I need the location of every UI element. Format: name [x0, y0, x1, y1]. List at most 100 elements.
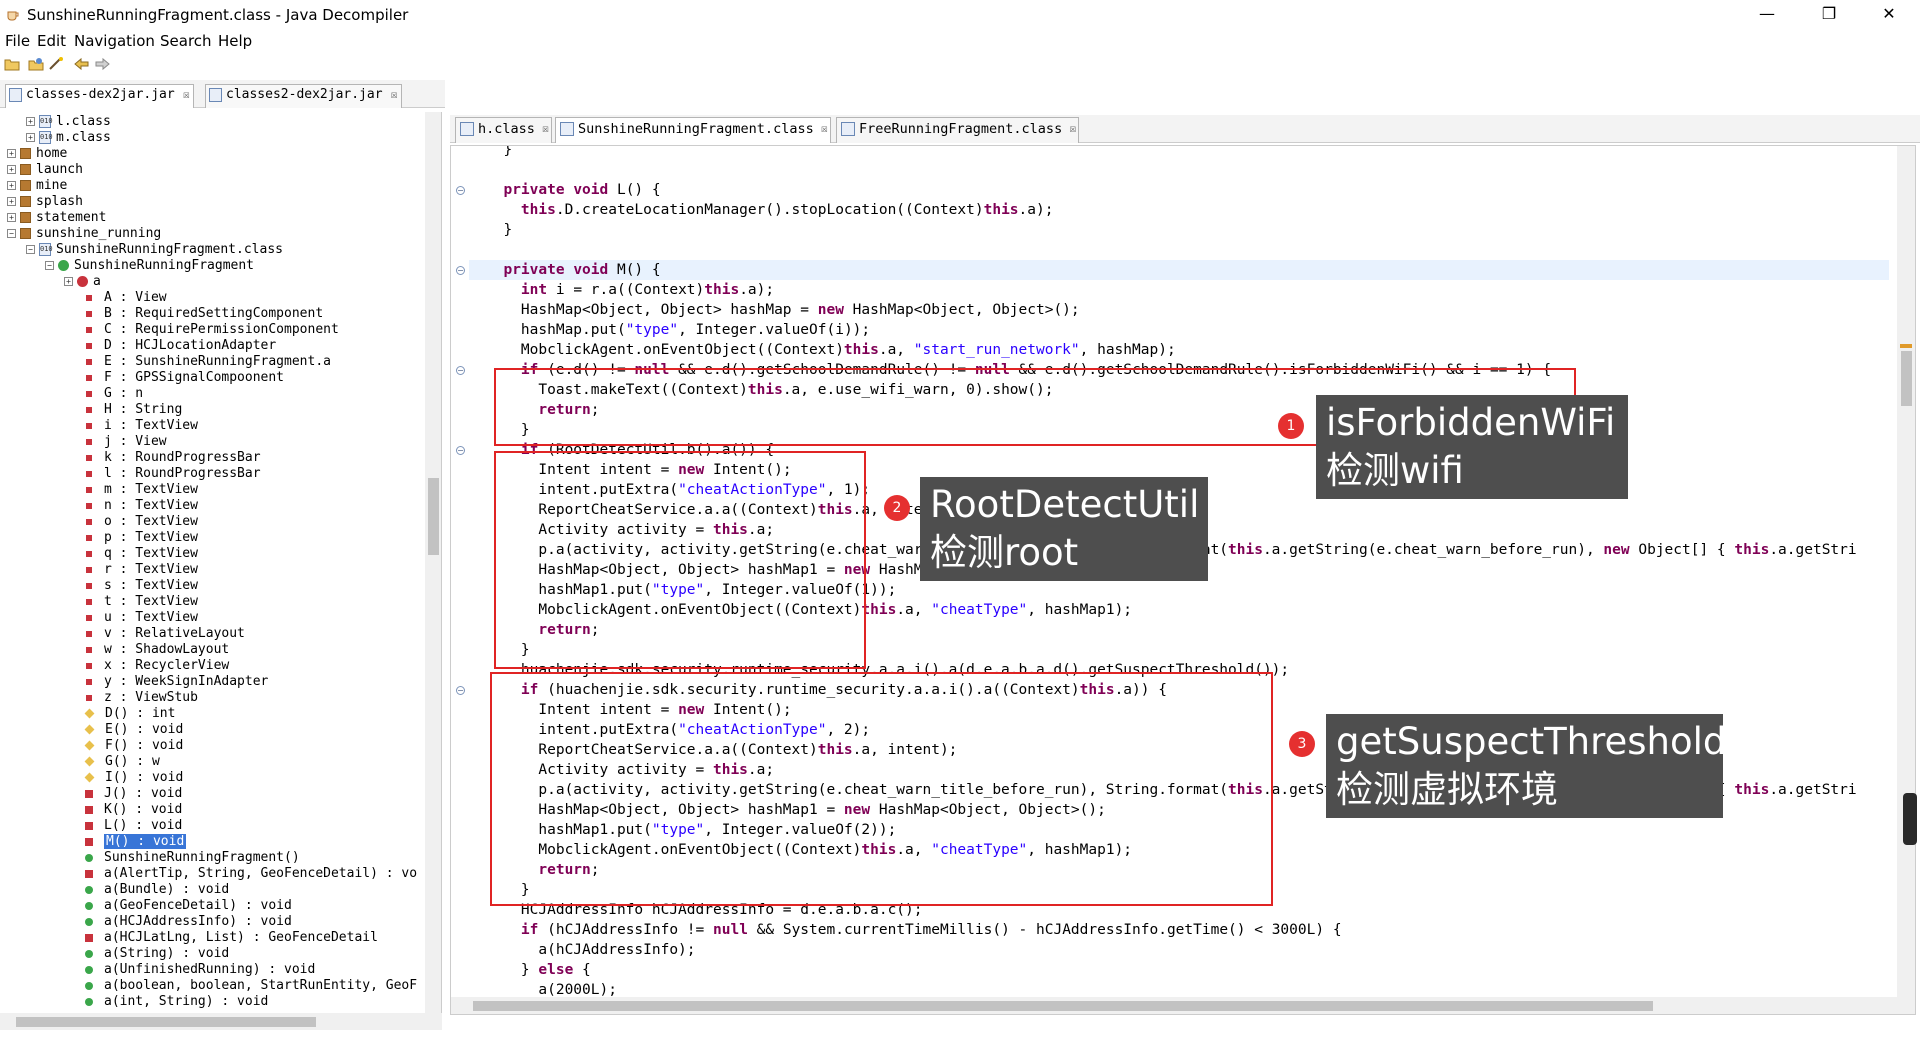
forward-arrow-icon[interactable]: [94, 57, 110, 73]
tree-item[interactable]: p : TextView: [83, 530, 198, 546]
tab-classes2-dex2jar[interactable]: classes2-dex2jar.jar ☒: [205, 84, 402, 108]
menu-search[interactable]: Search: [160, 32, 212, 50]
scroll-thumb[interactable]: [1901, 351, 1912, 406]
tree-item[interactable]: j : View: [83, 434, 167, 450]
tree-item[interactable]: a(HCJAddressInfo) : void: [83, 914, 292, 930]
close-tab-icon[interactable]: ☒: [391, 85, 398, 105]
tree-item[interactable]: K() : void: [83, 802, 182, 818]
overview-marker[interactable]: [1900, 344, 1912, 348]
tree-item[interactable]: z : ViewStub: [83, 690, 198, 706]
scroll-thumb[interactable]: [428, 478, 439, 555]
tree-item[interactable]: a(GeoFenceDetail) : void: [83, 898, 292, 914]
tree-item[interactable]: a(UnfinishedRunning) : void: [83, 962, 315, 978]
tree-item[interactable]: n : TextView: [83, 498, 198, 514]
tree-item[interactable]: m : TextView: [83, 482, 198, 498]
menu-help[interactable]: Help: [218, 32, 252, 50]
menu-file[interactable]: File: [5, 32, 30, 50]
tree-item[interactable]: a(int, String) : void: [83, 994, 268, 1010]
tree-item[interactable]: I() : void: [83, 770, 183, 786]
fold-toggle-icon[interactable]: −: [456, 266, 465, 275]
fold-toggle-icon[interactable]: −: [456, 446, 465, 455]
fold-toggle-icon[interactable]: −: [456, 186, 465, 195]
tree-item[interactable]: w : ShadowLayout: [83, 642, 229, 658]
tab-h-class[interactable]: h.class ☒: [455, 117, 552, 143]
tree-item[interactable]: o : TextView: [83, 514, 198, 530]
tree-item-selected[interactable]: M() : void: [83, 834, 187, 850]
tree-item[interactable]: a(Bundle) : void: [83, 882, 229, 898]
tree-item[interactable]: + splash: [7, 194, 83, 210]
tree-vertical-scrollbar[interactable]: [425, 112, 441, 1018]
tree-item[interactable]: A : View: [83, 290, 167, 306]
tree-item[interactable]: F() : void: [83, 738, 183, 754]
tab-sunshinerunningfragment[interactable]: SunshineRunningFragment.class ☒: [555, 117, 831, 143]
tree-item[interactable]: i : TextView: [83, 418, 198, 434]
tab-freerunningfragment[interactable]: FreeRunningFragment.class ☒: [836, 117, 1080, 143]
tree-item[interactable]: E() : void: [83, 722, 183, 738]
menu-navigation[interactable]: Navigation: [74, 32, 155, 50]
close-tab-icon[interactable]: ☒: [183, 85, 190, 105]
fold-toggle-icon[interactable]: −: [456, 686, 465, 695]
tree-item[interactable]: D() : int: [83, 706, 175, 722]
tree-item[interactable]: v : RelativeLayout: [83, 626, 245, 642]
collapse-icon[interactable]: −: [45, 261, 54, 270]
tree-item[interactable]: L() : void: [83, 818, 182, 834]
tree-item[interactable]: s : TextView: [83, 578, 198, 594]
maximize-button[interactable]: ❐: [1806, 0, 1852, 30]
tree-item[interactable]: x : RecyclerView: [83, 658, 229, 674]
tree-item[interactable]: D : HCJLocationAdapter: [83, 338, 276, 354]
tree-item[interactable]: + launch: [7, 162, 83, 178]
tree-item[interactable]: k : RoundProgressBar: [83, 450, 261, 466]
tree-item[interactable]: J() : void: [83, 786, 182, 802]
expand-icon[interactable]: +: [26, 133, 35, 142]
tree-item[interactable]: − SunshineRunningFragment: [45, 258, 254, 274]
tree-item[interactable]: −010 SunshineRunningFragment.class: [26, 242, 283, 258]
expand-icon[interactable]: +: [64, 277, 73, 286]
tree-item[interactable]: y : WeekSignInAdapter: [83, 674, 268, 690]
back-arrow-icon[interactable]: [74, 57, 90, 73]
fold-toggle-icon[interactable]: −: [456, 366, 465, 375]
tab-classes-dex2jar[interactable]: classes-dex2jar.jar ☒: [5, 84, 194, 108]
expand-icon[interactable]: +: [26, 117, 35, 126]
collapse-icon[interactable]: −: [7, 229, 16, 238]
minimize-button[interactable]: —: [1744, 0, 1790, 30]
tree-item[interactable]: u : TextView: [83, 610, 198, 626]
tree-item[interactable]: H : String: [83, 402, 182, 418]
expand-icon[interactable]: +: [7, 213, 16, 222]
tree-horizontal-scrollbar[interactable]: [0, 1013, 442, 1030]
tree-item[interactable]: + a: [64, 274, 101, 290]
tree-item[interactable]: a(boolean, boolean, StartRunEntity, GeoF: [83, 978, 417, 994]
scroll-thumb[interactable]: [16, 1017, 316, 1027]
tree-item[interactable]: F : GPSSignalCompoonent: [83, 370, 284, 386]
overview-marker[interactable]: [1903, 793, 1917, 845]
tree-item[interactable]: +010 m.class: [26, 130, 111, 146]
tree-item[interactable]: q : TextView: [83, 546, 198, 562]
tree-item[interactable]: E : SunshineRunningFragment.a: [83, 354, 331, 370]
tree-item[interactable]: B : RequiredSettingComponent: [83, 306, 323, 322]
tree-item[interactable]: − sunshine_running: [7, 226, 161, 242]
collapse-icon[interactable]: −: [26, 245, 35, 254]
tree-item[interactable]: + home: [7, 146, 67, 162]
tree-item[interactable]: C : RequirePermissionComponent: [83, 322, 339, 338]
tree-item[interactable]: l : RoundProgressBar: [83, 466, 261, 482]
close-button[interactable]: ✕: [1866, 0, 1912, 30]
expand-icon[interactable]: +: [7, 149, 16, 158]
editor-horizontal-scrollbar[interactable]: [451, 997, 1915, 1014]
tree-item[interactable]: a(String) : void: [83, 946, 229, 962]
close-tab-icon[interactable]: ☒: [821, 118, 828, 140]
package-tree[interactable]: +010 l.class +010 m.class + home + launch + m…: [0, 112, 442, 1018]
tree-item[interactable]: SunshineRunningFragment(): [83, 850, 300, 866]
tree-item[interactable]: r : TextView: [83, 562, 198, 578]
expand-icon[interactable]: +: [7, 197, 16, 206]
editor-vertical-scrollbar[interactable]: [1897, 146, 1915, 1001]
open-type-icon[interactable]: [28, 57, 44, 73]
tree-item[interactable]: G() : w: [83, 754, 160, 770]
close-tab-icon[interactable]: ☒: [1070, 118, 1077, 140]
expand-icon[interactable]: +: [7, 165, 16, 174]
menu-edit[interactable]: Edit: [37, 32, 66, 50]
scroll-thumb[interactable]: [473, 1001, 1653, 1011]
expand-icon[interactable]: +: [7, 181, 16, 190]
wand-icon[interactable]: [48, 57, 64, 73]
open-folder-icon[interactable]: [4, 57, 20, 73]
tree-item[interactable]: + mine: [7, 178, 67, 194]
tree-item[interactable]: a(AlertTip, String, GeoFenceDetail) : vo: [83, 866, 417, 882]
